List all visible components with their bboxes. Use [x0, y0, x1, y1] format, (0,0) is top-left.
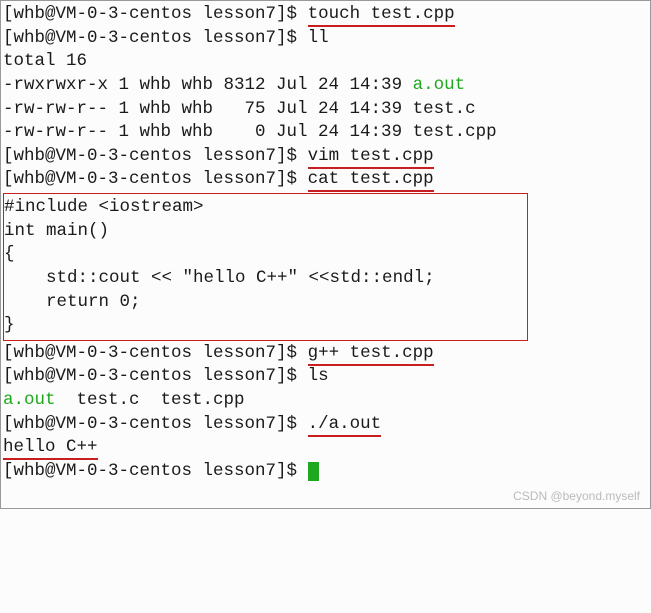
prompt-line-touch: [whb@VM-0-3-centos lesson7]$ touch test.… — [3, 3, 648, 27]
prompt-line-ls: [whb@VM-0-3-centos lesson7]$ ls — [3, 365, 648, 389]
prompt-line-cat: [whb@VM-0-3-centos lesson7]$ cat test.cp… — [3, 168, 648, 192]
cmd-cat: cat test.cpp — [308, 169, 434, 192]
cmd-ll: ll — [308, 28, 329, 48]
prompt: [whb@VM-0-3-centos lesson7]$ — [3, 414, 308, 434]
ll-row-2: -rw-rw-r-- 1 whb whb 75 Jul 24 14:39 tes… — [3, 98, 648, 122]
source-code-box: #include <iostream> int main() { std::co… — [3, 193, 528, 341]
prompt: [whb@VM-0-3-centos lesson7]$ — [3, 366, 308, 386]
cmd-vim: vim test.cpp — [308, 146, 434, 169]
prompt: [whb@VM-0-3-centos lesson7]$ — [3, 146, 308, 166]
cmd-ls: ls — [308, 366, 329, 386]
code-line: std::cout << "hello C++" <<std::endl; — [4, 267, 523, 291]
prompt: [whb@VM-0-3-centos lesson7]$ — [3, 28, 308, 48]
ll-total: total 16 — [3, 50, 648, 74]
prompt: [whb@VM-0-3-centos lesson7]$ — [3, 169, 308, 189]
code-line: } — [4, 314, 523, 338]
cmd-run: ./a.out — [308, 414, 382, 437]
ll-row-1: -rwxrwxr-x 1 whb whb 8312 Jul 24 14:39 a… — [3, 74, 648, 98]
code-line: int main() — [4, 220, 523, 244]
program-output: hello C++ — [3, 436, 648, 460]
ls-output: a.out test.c test.cpp — [3, 389, 648, 413]
cursor-icon — [308, 462, 319, 481]
file-aout: a.out — [413, 75, 466, 95]
prompt: [whb@VM-0-3-centos lesson7]$ — [3, 461, 308, 481]
prompt-line-vim: [whb@VM-0-3-centos lesson7]$ vim test.cp… — [3, 145, 648, 169]
ll-row-3: -rw-rw-r-- 1 whb whb 0 Jul 24 14:39 test… — [3, 121, 648, 145]
cmd-gpp: g++ test.cpp — [308, 343, 434, 366]
prompt-line-run: [whb@VM-0-3-centos lesson7]$ ./a.out — [3, 413, 648, 437]
watermark: CSDN @beyond.myself — [3, 484, 648, 506]
code-line: { — [4, 243, 523, 267]
code-line: return 0; — [4, 291, 523, 315]
prompt-line-ll: [whb@VM-0-3-centos lesson7]$ ll — [3, 27, 648, 51]
prompt-line-idle: [whb@VM-0-3-centos lesson7]$ — [3, 460, 648, 484]
prompt: [whb@VM-0-3-centos lesson7]$ — [3, 343, 308, 363]
file-aout: a.out — [3, 390, 56, 410]
cmd-touch: touch test.cpp — [308, 4, 455, 27]
prompt: [whb@VM-0-3-centos lesson7]$ — [3, 4, 308, 24]
code-line: #include <iostream> — [4, 196, 523, 220]
prompt-line-gpp: [whb@VM-0-3-centos lesson7]$ g++ test.cp… — [3, 342, 648, 366]
